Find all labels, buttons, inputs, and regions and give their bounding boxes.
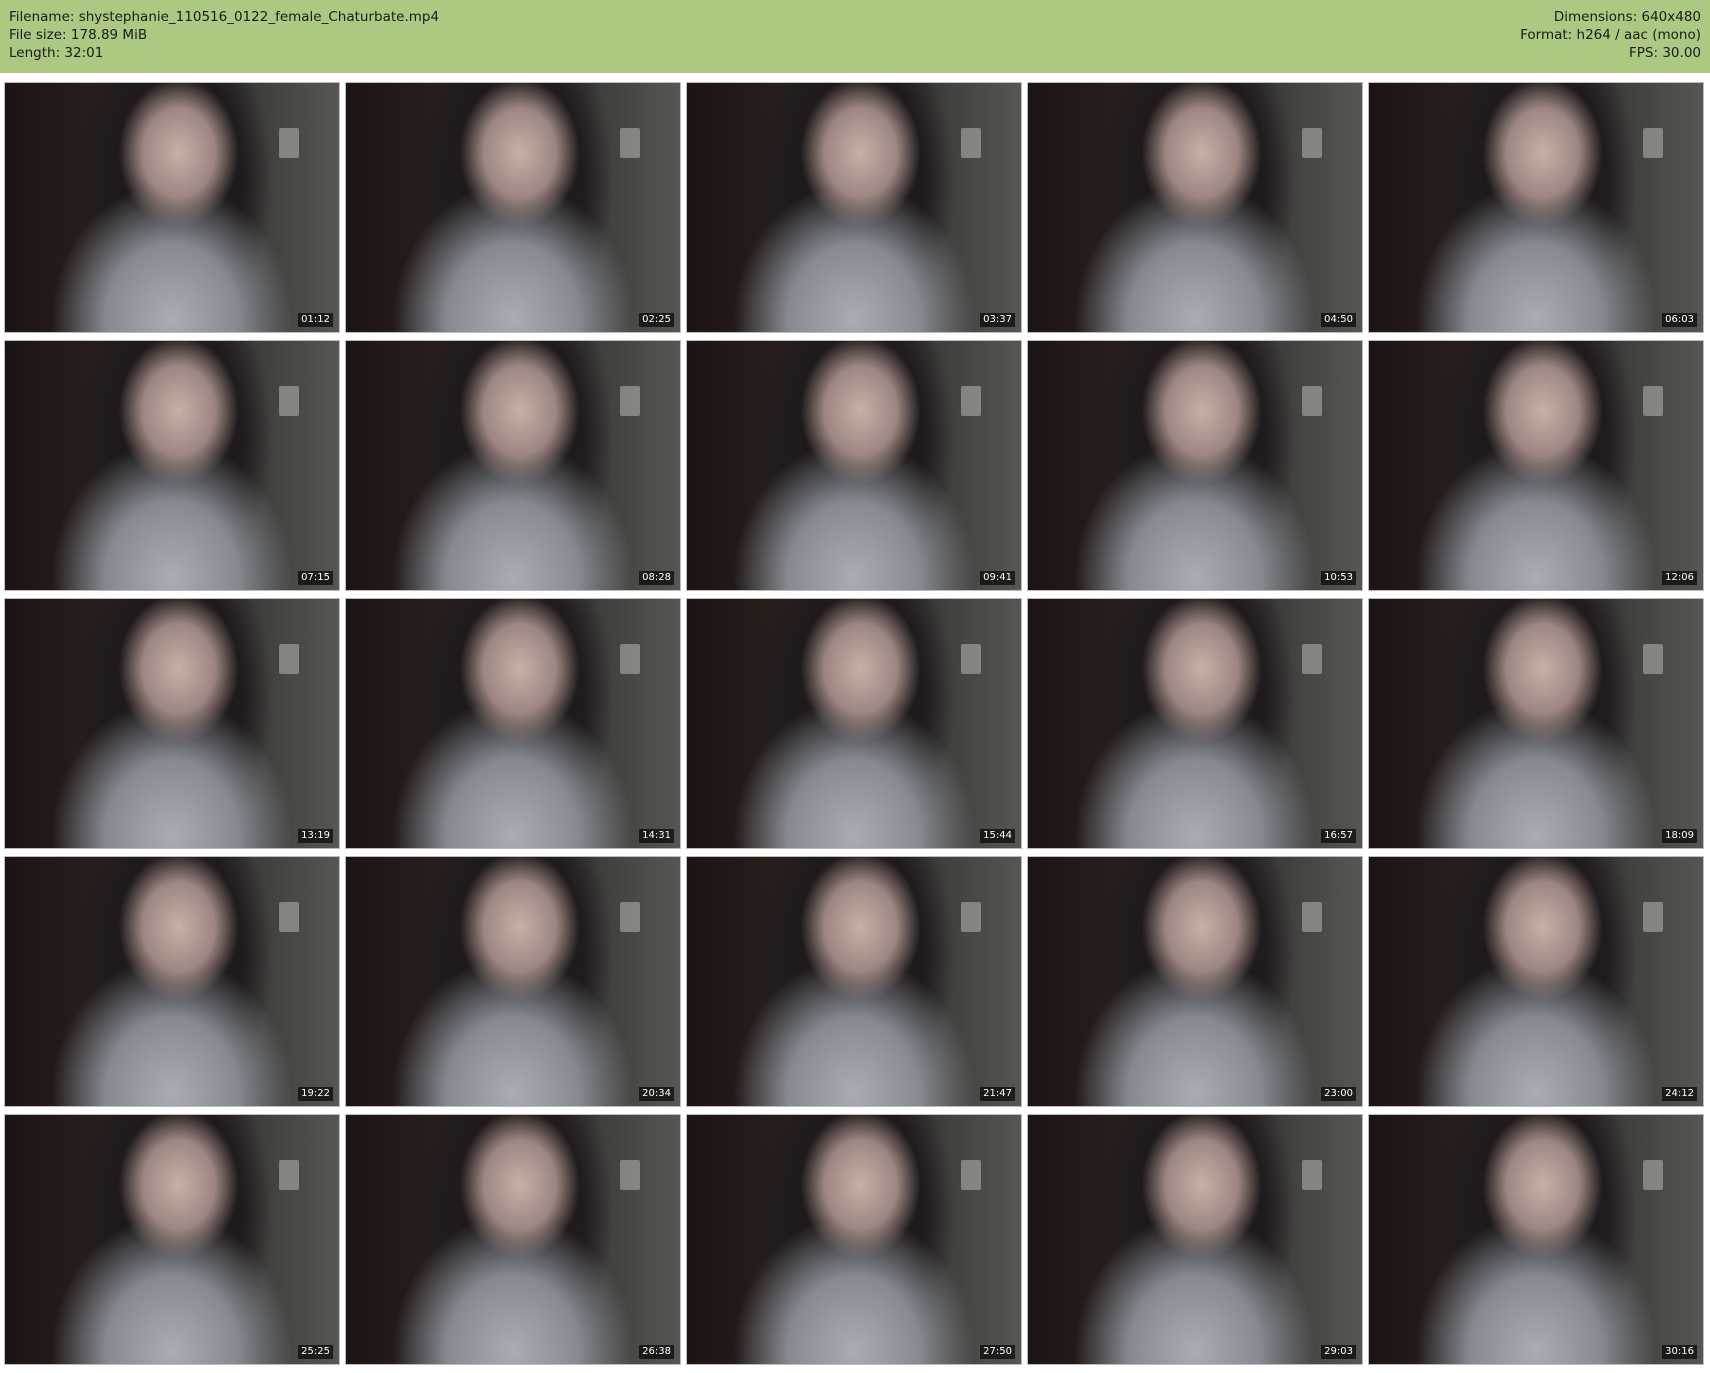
frame-background-detail [278,643,299,674]
frame-timestamp: 12:06 [1662,571,1697,585]
video-frame-thumbnail: 27:50 [686,1114,1022,1365]
frame-timestamp: 03:37 [980,313,1015,327]
frame-background-detail [278,127,299,158]
frame-timestamp: 18:09 [1662,829,1697,843]
frame-background-detail [960,127,981,158]
frame-background-detail [619,901,640,932]
frame-background-detail [619,643,640,674]
video-frame-thumbnail: 26:38 [345,1114,681,1365]
file-info-right: Dimensions: 640x480 Format: h264 / aac (… [1520,8,1701,62]
frame-background-detail [1642,385,1663,416]
frame-background-detail [278,901,299,932]
frame-timestamp: 02:25 [639,313,674,327]
frame-timestamp: 30:16 [1662,1345,1697,1359]
frame-background-detail [1301,127,1322,158]
video-frame-thumbnail: 21:47 [686,856,1022,1107]
frame-timestamp: 10:53 [1321,571,1356,585]
video-frame-thumbnail: 12:06 [1368,340,1704,591]
video-frame-thumbnail: 20:34 [345,856,681,1107]
video-frame-thumbnail: 29:03 [1027,1114,1363,1365]
frame-background-detail [960,901,981,932]
thumbnail-grid: 01:12 02:25 03:37 04:50 06:03 07:15 08:28 09:41… [0,82,1710,1365]
frame-timestamp: 06:03 [1662,313,1697,327]
info-header: Filename: shystephanie_110516_0122_femal… [0,0,1710,73]
video-frame-thumbnail: 15:44 [686,598,1022,849]
frame-background-detail [619,1159,640,1190]
video-frame-thumbnail: 14:31 [345,598,681,849]
format-text: Format: h264 / aac (mono) [1520,27,1701,43]
video-frame-thumbnail: 24:12 [1368,856,1704,1107]
video-frame-thumbnail: 09:41 [686,340,1022,591]
video-frame-thumbnail: 13:19 [4,598,340,849]
dimensions-text: Dimensions: 640x480 [1553,9,1701,25]
video-frame-thumbnail: 10:53 [1027,340,1363,591]
frame-timestamp: 09:41 [980,571,1015,585]
video-frame-thumbnail: 06:03 [1368,82,1704,333]
video-frame-thumbnail: 02:25 [345,82,681,333]
frame-background-detail [1301,385,1322,416]
frame-timestamp: 20:34 [639,1087,674,1101]
frame-timestamp: 25:25 [298,1345,333,1359]
frame-timestamp: 16:57 [1321,829,1356,843]
filesize-text: File size: 178.89 MiB [9,27,148,43]
frame-background-detail [278,1159,299,1190]
frame-background-detail [1642,643,1663,674]
video-frame-thumbnail: 16:57 [1027,598,1363,849]
frame-background-detail [1301,643,1322,674]
frame-timestamp: 26:38 [639,1345,674,1359]
frame-background-detail [619,385,640,416]
frame-timestamp: 08:28 [639,571,674,585]
frame-timestamp: 01:12 [298,313,333,327]
frame-background-detail [1642,901,1663,932]
length-text: Length: 32:01 [9,45,104,61]
frame-timestamp: 24:12 [1662,1087,1697,1101]
video-frame-thumbnail: 19:22 [4,856,340,1107]
frame-timestamp: 13:19 [298,829,333,843]
frame-timestamp: 04:50 [1321,313,1356,327]
frame-background-detail [278,385,299,416]
frame-background-detail [960,385,981,416]
frame-timestamp: 27:50 [980,1345,1015,1359]
video-frame-thumbnail: 04:50 [1027,82,1363,333]
frame-background-detail [1642,1159,1663,1190]
frame-background-detail [960,643,981,674]
frame-timestamp: 07:15 [298,571,333,585]
file-info-left: Filename: shystephanie_110516_0122_femal… [9,8,439,62]
video-frame-thumbnail: 08:28 [345,340,681,591]
frame-timestamp: 21:47 [980,1087,1015,1101]
video-frame-thumbnail: 18:09 [1368,598,1704,849]
frame-background-detail [619,127,640,158]
frame-background-detail [1301,901,1322,932]
frame-timestamp: 29:03 [1321,1345,1356,1359]
video-frame-thumbnail: 23:00 [1027,856,1363,1107]
frame-timestamp: 14:31 [639,829,674,843]
frame-background-detail [960,1159,981,1190]
video-frame-thumbnail: 07:15 [4,340,340,591]
frame-timestamp: 19:22 [298,1087,333,1101]
frame-timestamp: 23:00 [1321,1087,1356,1101]
video-frame-thumbnail: 30:16 [1368,1114,1704,1365]
frame-background-detail [1642,127,1663,158]
frame-timestamp: 15:44 [980,829,1015,843]
frame-background-detail [1301,1159,1322,1190]
filename-text: Filename: shystephanie_110516_0122_femal… [9,9,440,25]
fps-text: FPS: 30.00 [1629,45,1701,61]
video-frame-thumbnail: 01:12 [4,82,340,333]
video-frame-thumbnail: 03:37 [686,82,1022,333]
video-frame-thumbnail: 25:25 [4,1114,340,1365]
